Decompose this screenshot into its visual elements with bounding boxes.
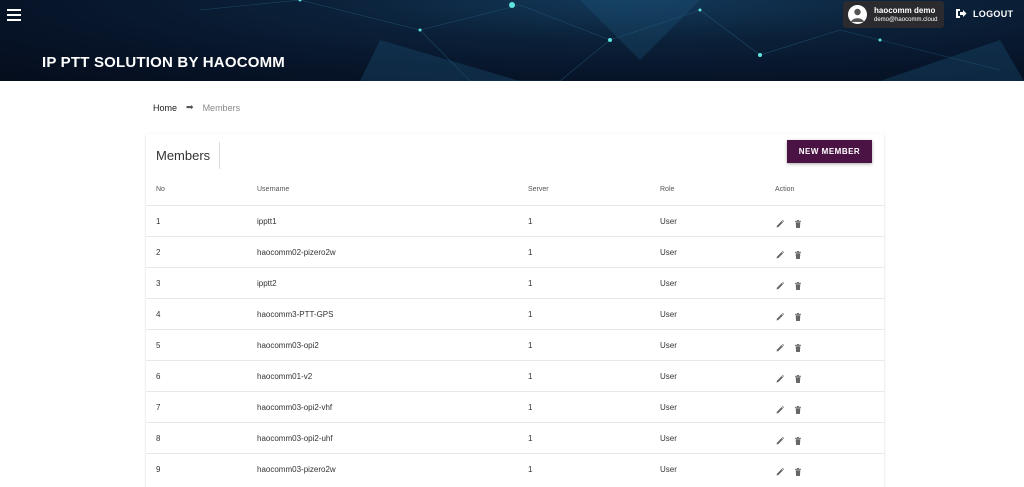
table-row: 5 haocomm03-opi2 1 User (146, 329, 884, 360)
cell-username: haocomm01-v2 (257, 372, 313, 381)
cell-username: haocomm03-opi2-vhf (257, 403, 333, 412)
menu-icon[interactable] (7, 9, 21, 21)
cell-role: User (660, 372, 677, 381)
cell-username: haocomm03-pizero2w (257, 465, 336, 474)
trash-icon[interactable] (793, 309, 803, 321)
user-profile[interactable]: haocomm demo demo@haocomm.cloud (843, 1, 944, 28)
cell-server: 1 (528, 248, 533, 257)
trash-icon[interactable] (793, 216, 803, 228)
cell-username: haocomm02-pizero2w (257, 248, 336, 257)
new-member-button[interactable]: NEW MEMBER (787, 140, 872, 163)
cell-username: ipptt2 (257, 279, 277, 288)
breadcrumb-current: Members (202, 102, 241, 113)
column-header-server: Server (528, 186, 549, 193)
table-row: 7 haocomm03-opi2-vhf 1 User (146, 391, 884, 422)
row-actions (775, 340, 803, 352)
cell-username: haocomm3-PTT-GPS (257, 310, 334, 319)
user-avatar-icon (848, 5, 867, 24)
cell-server: 1 (528, 341, 533, 350)
row-actions (775, 278, 803, 290)
table-row: 4 haocomm3-PTT-GPS 1 User (146, 298, 884, 329)
row-actions (775, 433, 803, 445)
user-email: demo@haocomm.cloud (874, 17, 938, 23)
logout-icon (956, 9, 967, 18)
cell-no: 4 (156, 310, 161, 319)
cell-server: 1 (528, 434, 533, 443)
cell-username: ipptt1 (257, 217, 277, 226)
app-header: IP PTT SOLUTION BY HAOCOMM haocomm demo … (0, 0, 1024, 81)
app-title: IP PTT SOLUTION BY HAOCOMM (42, 54, 285, 71)
row-actions (775, 464, 803, 476)
members-card: Members NEW MEMBER No Username Server Ro… (146, 134, 884, 487)
pencil-icon[interactable] (775, 247, 785, 259)
pencil-icon[interactable] (775, 464, 785, 476)
table-row: 1 ipptt1 1 User (146, 205, 884, 236)
cell-no: 8 (156, 434, 161, 443)
table-row: 2 haocomm02-pizero2w 1 User (146, 236, 884, 267)
title-divider (219, 142, 220, 169)
cell-no: 6 (156, 372, 161, 381)
trash-icon[interactable] (793, 278, 803, 290)
table-row: 8 haocomm03-opi2-uhf 1 User (146, 422, 884, 453)
pencil-icon[interactable] (775, 309, 785, 321)
cell-username: haocomm03-opi2 (257, 341, 319, 350)
trash-icon[interactable] (793, 402, 803, 414)
row-actions (775, 402, 803, 414)
cell-role: User (660, 465, 677, 474)
column-header-role: Role (660, 186, 675, 193)
pencil-icon[interactable] (775, 340, 785, 352)
pencil-icon[interactable] (775, 216, 785, 228)
cell-role: User (660, 434, 677, 443)
row-actions (775, 309, 803, 321)
cell-no: 9 (156, 465, 161, 474)
trash-icon[interactable] (793, 340, 803, 352)
trash-icon[interactable] (793, 433, 803, 445)
column-header-username: Username (257, 186, 290, 193)
pencil-icon[interactable] (775, 371, 785, 383)
table-row: 6 haocomm01-v2 1 User (146, 360, 884, 391)
trash-icon[interactable] (793, 371, 803, 383)
cell-no: 3 (156, 279, 161, 288)
cell-username: haocomm03-opi2-uhf (257, 434, 333, 443)
cell-server: 1 (528, 279, 533, 288)
table-row: 3 ipptt2 1 User (146, 267, 884, 298)
user-name: haocomm demo (874, 6, 936, 15)
trash-icon[interactable] (793, 464, 803, 476)
pencil-icon[interactable] (775, 278, 785, 290)
cell-role: User (660, 310, 677, 319)
cell-role: User (660, 248, 677, 257)
logout-label: LOGOUT (973, 8, 1014, 19)
column-header-no: No (156, 186, 165, 193)
row-actions (775, 216, 803, 228)
cell-server: 1 (528, 403, 533, 412)
table-row: 9 haocomm03-pizero2w 1 User (146, 453, 884, 484)
cell-no: 1 (156, 217, 161, 226)
row-actions (775, 247, 803, 259)
pencil-icon[interactable] (775, 433, 785, 445)
cell-role: User (660, 341, 677, 350)
breadcrumb-home[interactable]: Home (153, 103, 177, 113)
cell-role: User (660, 217, 677, 226)
cell-server: 1 (528, 465, 533, 474)
column-header-action: Action (775, 186, 795, 193)
cell-no: 2 (156, 248, 161, 257)
cell-server: 1 (528, 310, 533, 319)
cell-no: 5 (156, 341, 161, 350)
trash-icon[interactable] (793, 247, 803, 259)
cell-role: User (660, 403, 677, 412)
members-title: Members (156, 148, 211, 163)
arrow-right-icon: ➡ (186, 102, 194, 112)
pencil-icon[interactable] (775, 402, 785, 414)
row-actions (775, 371, 803, 383)
cell-server: 1 (528, 217, 533, 226)
cell-server: 1 (528, 372, 533, 381)
breadcrumb: Home ➡ Members (153, 102, 240, 113)
cell-role: User (660, 279, 677, 288)
logout-button[interactable]: LOGOUT (955, 8, 1013, 19)
cell-no: 7 (156, 403, 161, 412)
